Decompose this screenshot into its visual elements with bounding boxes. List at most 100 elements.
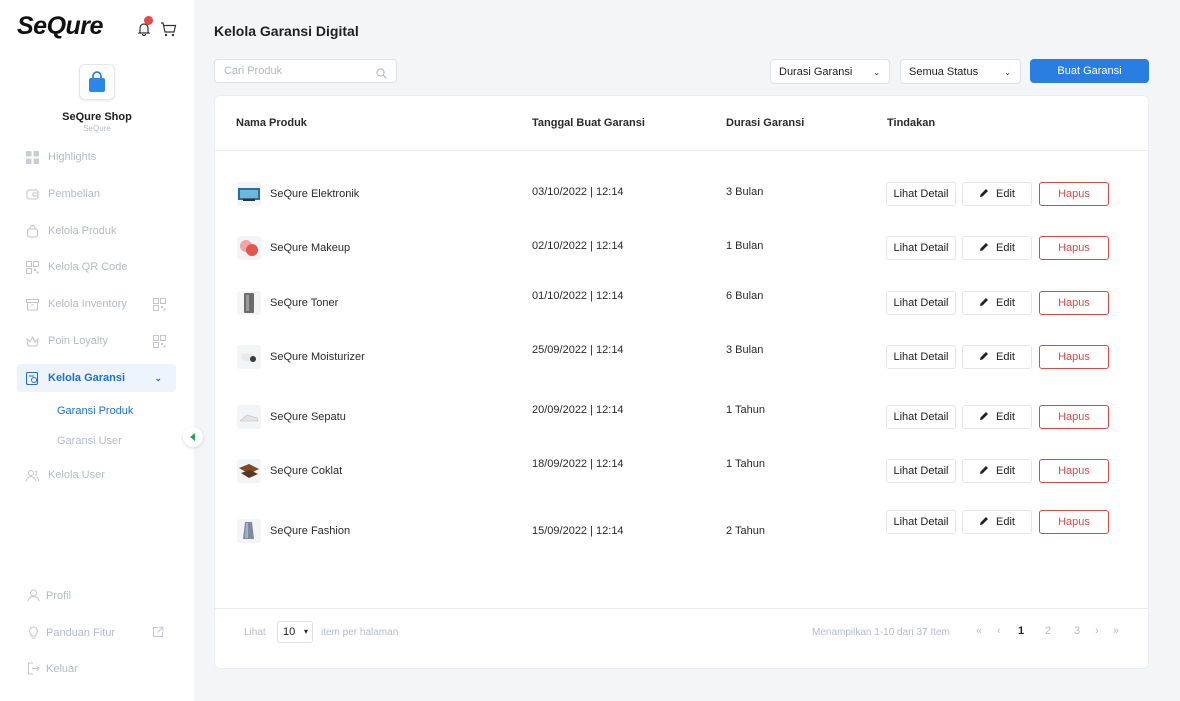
delete-button[interactable]: Hapus bbox=[1039, 405, 1109, 429]
search-box[interactable] bbox=[214, 59, 397, 83]
sidebar-item-label: Kelola Produk bbox=[48, 225, 117, 237]
page-2-button[interactable]: 2 bbox=[1045, 625, 1051, 637]
sidebar-item-profil[interactable]: Profil bbox=[27, 589, 71, 602]
table-row: SeQure Makeup 02/10/2022 | 12:14 1 Bulan… bbox=[215, 236, 1148, 262]
delete-button[interactable]: Hapus bbox=[1039, 236, 1109, 260]
product-thumbnail bbox=[237, 459, 261, 483]
edit-button[interactable]: Edit bbox=[962, 291, 1032, 315]
view-detail-button[interactable]: Lihat Detail bbox=[886, 459, 956, 483]
warranty-duration: 3 Bulan bbox=[726, 186, 764, 198]
warranty-duration: 3 Bulan bbox=[726, 344, 764, 356]
next-page-button[interactable]: › bbox=[1095, 625, 1099, 637]
pencil-icon bbox=[979, 297, 989, 310]
view-detail-button[interactable]: Lihat Detail bbox=[886, 405, 956, 429]
view-detail-button[interactable]: Lihat Detail bbox=[886, 182, 956, 206]
product-thumbnail bbox=[237, 182, 261, 206]
last-page-button[interactable]: » bbox=[1113, 625, 1119, 637]
sidebar-item-kelola-user[interactable]: Kelola User bbox=[17, 461, 176, 489]
warranty-duration: 1 Tahun bbox=[726, 404, 765, 416]
delete-button[interactable]: Hapus bbox=[1039, 345, 1109, 369]
delete-button[interactable]: Hapus bbox=[1039, 291, 1109, 315]
edit-button[interactable]: Edit bbox=[962, 345, 1032, 369]
sidebar-item-label: Kelola QR Code bbox=[48, 261, 128, 273]
edit-button[interactable]: Edit bbox=[962, 510, 1032, 534]
header-divider bbox=[215, 150, 1148, 151]
edit-button[interactable]: Edit bbox=[962, 459, 1032, 483]
wallet-icon bbox=[26, 188, 39, 201]
page-3-button[interactable]: 3 bbox=[1074, 625, 1080, 637]
sidebar-item-keluar[interactable]: Keluar bbox=[27, 662, 78, 675]
grid-icon bbox=[26, 150, 39, 164]
page-1-button[interactable]: 1 bbox=[1018, 625, 1024, 637]
shop-avatar[interactable] bbox=[79, 64, 115, 100]
shop-subtitle: SeQure bbox=[83, 124, 111, 133]
pencil-icon bbox=[979, 242, 989, 255]
column-header-product[interactable]: Nama Produk bbox=[236, 117, 307, 129]
product-name: SeQure Moisturizer bbox=[270, 351, 365, 363]
sidebar-item-label: Kelola Inventory bbox=[48, 298, 127, 310]
column-header-actions: Tindakan bbox=[887, 117, 936, 129]
duration-select[interactable]: Durasi Garansi ⌄ bbox=[770, 59, 890, 84]
warranty-date: 18/09/2022 | 12:14 bbox=[532, 458, 624, 470]
sidebar-collapse-button[interactable] bbox=[183, 427, 203, 447]
edit-button[interactable]: Edit bbox=[962, 405, 1032, 429]
first-page-button[interactable]: « bbox=[976, 625, 982, 637]
sidebar-subitem-garansi-user[interactable]: Garansi User bbox=[57, 435, 122, 447]
warranty-duration: 2 Tahun bbox=[726, 525, 765, 537]
chevron-down-icon: ⌄ bbox=[1004, 68, 1011, 77]
edit-label: Edit bbox=[996, 297, 1015, 309]
view-detail-button[interactable]: Lihat Detail bbox=[886, 236, 956, 260]
bottom-item-label: Panduan Fitur bbox=[46, 626, 116, 639]
create-warranty-button[interactable]: Buat Garansi bbox=[1030, 59, 1149, 83]
prev-page-button[interactable]: ‹ bbox=[997, 625, 1001, 637]
logout-icon bbox=[27, 662, 40, 675]
delete-button[interactable]: Hapus bbox=[1039, 510, 1109, 534]
sidebar-item-pembelian[interactable]: Pembelian bbox=[17, 180, 176, 208]
table-row: SeQure Moisturizer 25/09/2022 | 12:14 3 … bbox=[215, 344, 1148, 371]
table-row: SeQure Sepatu 20/09/2022 | 12:14 1 Tahun… bbox=[215, 404, 1148, 431]
edit-label: Edit bbox=[996, 242, 1015, 254]
chevron-down-icon: ⌄ bbox=[154, 372, 162, 383]
view-detail-button[interactable]: Lihat Detail bbox=[886, 510, 956, 534]
delete-button[interactable]: Hapus bbox=[1039, 182, 1109, 206]
edit-button[interactable]: Edit bbox=[962, 182, 1032, 206]
delete-button[interactable]: Hapus bbox=[1039, 459, 1109, 483]
chevron-down-icon: ▾ bbox=[303, 627, 308, 636]
sidebar-subitem-garansi-produk[interactable]: Garansi Produk bbox=[57, 405, 133, 417]
product-thumbnail bbox=[237, 291, 261, 315]
sidebar-item-highlights[interactable]: Highlights bbox=[17, 143, 176, 171]
warranty-table-card: Nama Produk Tanggal Buat Garansi Durasi … bbox=[214, 95, 1149, 669]
cart-icon[interactable] bbox=[160, 21, 177, 37]
column-header-duration[interactable]: Durasi Garansi bbox=[726, 117, 804, 129]
warranty-date: 15/09/2022 | 12:14 bbox=[532, 525, 624, 537]
search-icon[interactable] bbox=[376, 66, 387, 79]
table-row: SeQure Elektronik 03/10/2022 | 12:14 3 B… bbox=[215, 182, 1148, 208]
column-header-date[interactable]: Tanggal Buat Garansi bbox=[532, 117, 645, 129]
sidebar-item-poin-loyalty[interactable]: Poin Loyalty bbox=[17, 327, 176, 355]
product-thumbnail bbox=[237, 405, 261, 429]
app-logo[interactable]: SeQure bbox=[17, 12, 103, 41]
show-label: Lihat bbox=[244, 627, 266, 638]
duration-select-value: Durasi Garansi bbox=[779, 65, 853, 78]
table-row: SeQure Toner 01/10/2022 | 12:14 6 Bulan … bbox=[215, 290, 1148, 317]
pagination-summary: Menampilkan 1-10 dari 37 Item bbox=[812, 627, 950, 638]
notification-badge bbox=[144, 16, 153, 25]
status-select[interactable]: Semua Status ⌄ bbox=[900, 59, 1021, 84]
edit-button[interactable]: Edit bbox=[962, 236, 1032, 260]
view-detail-button[interactable]: Lihat Detail bbox=[886, 345, 956, 369]
view-detail-button[interactable]: Lihat Detail bbox=[886, 291, 956, 315]
sidebar-item-kelola-qr-code[interactable]: Kelola QR Code bbox=[17, 253, 176, 281]
users-icon bbox=[26, 469, 39, 482]
sidebar-item-kelola-produk[interactable]: Kelola Produk bbox=[17, 217, 176, 245]
warranty-icon bbox=[26, 371, 39, 385]
per-page-select[interactable]: 10 ▾ bbox=[277, 621, 313, 643]
sidebar-item-kelola-inventory[interactable]: Kelola Inventory bbox=[17, 290, 176, 318]
table-row: SeQure Coklat 18/09/2022 | 12:14 1 Tahun… bbox=[215, 458, 1148, 485]
search-input[interactable] bbox=[224, 65, 364, 77]
edit-label: Edit bbox=[996, 465, 1015, 477]
shop-name: SeQure Shop bbox=[62, 111, 132, 123]
edit-label: Edit bbox=[996, 411, 1015, 423]
sidebar-item-kelola-garansi[interactable]: Kelola Garansi ⌄ bbox=[17, 364, 176, 392]
sidebar-item-panduan-fitur[interactable]: Panduan Fitur bbox=[27, 626, 164, 639]
product-name: SeQure Coklat bbox=[270, 465, 343, 477]
